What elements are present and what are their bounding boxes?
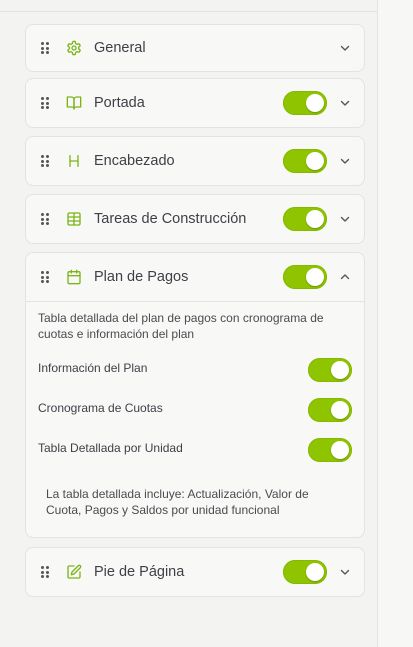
option-toggle-informacion-del-plan[interactable] bbox=[308, 358, 352, 382]
option-label-informacion-del-plan: Información del Plan bbox=[38, 361, 148, 375]
section-header-general[interactable]: General bbox=[26, 25, 364, 71]
gear-icon bbox=[66, 40, 82, 56]
chevron-down-icon[interactable] bbox=[339, 42, 351, 54]
drag-handle-icon[interactable] bbox=[41, 97, 49, 109]
section-title: Tareas de Construcción bbox=[94, 211, 247, 227]
section-header-encabezado[interactable]: Encabezado bbox=[26, 137, 364, 185]
drag-handle-icon[interactable] bbox=[41, 42, 49, 54]
chevron-up-icon[interactable] bbox=[339, 271, 351, 283]
section-toggle-pie-de-pagina[interactable] bbox=[283, 560, 327, 584]
section-toggle-plan-de-pagos[interactable] bbox=[283, 265, 327, 289]
section-card-general: General bbox=[25, 24, 365, 72]
section-toggle-encabezado[interactable] bbox=[283, 149, 327, 173]
section-title: Plan de Pagos bbox=[94, 269, 189, 285]
book-open-icon bbox=[66, 95, 82, 111]
drag-handle-icon[interactable] bbox=[41, 271, 49, 283]
section-card-pie-de-pagina: Pie de Página bbox=[25, 547, 365, 597]
drag-handle-icon[interactable] bbox=[41, 155, 49, 167]
right-rail bbox=[377, 0, 413, 647]
section-header-portada[interactable]: Portada bbox=[26, 79, 364, 127]
edit-document-icon bbox=[66, 564, 82, 580]
heading-icon bbox=[66, 153, 82, 169]
section-card-tareas: Tareas de Construcción bbox=[25, 194, 365, 244]
option-label-tabla-detallada-por-unidad: Tabla Detallada por Unidad bbox=[38, 441, 183, 455]
section-card-portada: Portada bbox=[25, 78, 365, 128]
section-toggle-tareas[interactable] bbox=[283, 207, 327, 231]
table-icon bbox=[66, 211, 82, 227]
section-title: Pie de Página bbox=[94, 564, 185, 580]
section-body-plan-de-pagos: Tabla detallada del plan de pagos con cr… bbox=[26, 301, 364, 537]
section-toggle-portada[interactable] bbox=[283, 91, 327, 115]
calendar-icon bbox=[66, 269, 82, 285]
chevron-down-icon[interactable] bbox=[339, 213, 351, 225]
option-toggle-cronograma-de-cuotas[interactable] bbox=[308, 398, 352, 422]
section-description: Tabla detallada del plan de pagos con cr… bbox=[38, 311, 324, 341]
section-header-tareas[interactable]: Tareas de Construcción bbox=[26, 195, 364, 243]
section-header-pie-de-pagina[interactable]: Pie de Página bbox=[26, 548, 364, 596]
top-divider bbox=[0, 11, 377, 12]
info-note: La tabla detallada incluye: Actualizació… bbox=[46, 487, 309, 517]
option-toggle-tabla-detallada-por-unidad[interactable] bbox=[308, 438, 352, 462]
section-title: Encabezado bbox=[94, 153, 175, 169]
drag-handle-icon[interactable] bbox=[41, 213, 49, 225]
chevron-down-icon[interactable] bbox=[339, 566, 351, 578]
report-sections-panel: General Portada Encabezado Tareas de Con… bbox=[0, 0, 377, 647]
chevron-down-icon[interactable] bbox=[339, 97, 351, 109]
option-label-cronograma-de-cuotas: Cronograma de Cuotas bbox=[38, 401, 163, 415]
section-card-plan-de-pagos: Plan de Pagos Tabla detallada del plan d… bbox=[25, 252, 365, 538]
section-title: General bbox=[94, 40, 146, 56]
section-header-plan-de-pagos[interactable]: Plan de Pagos bbox=[26, 253, 364, 301]
chevron-down-icon[interactable] bbox=[339, 155, 351, 167]
section-title: Portada bbox=[94, 95, 145, 111]
section-card-encabezado: Encabezado bbox=[25, 136, 365, 186]
drag-handle-icon[interactable] bbox=[41, 566, 49, 578]
